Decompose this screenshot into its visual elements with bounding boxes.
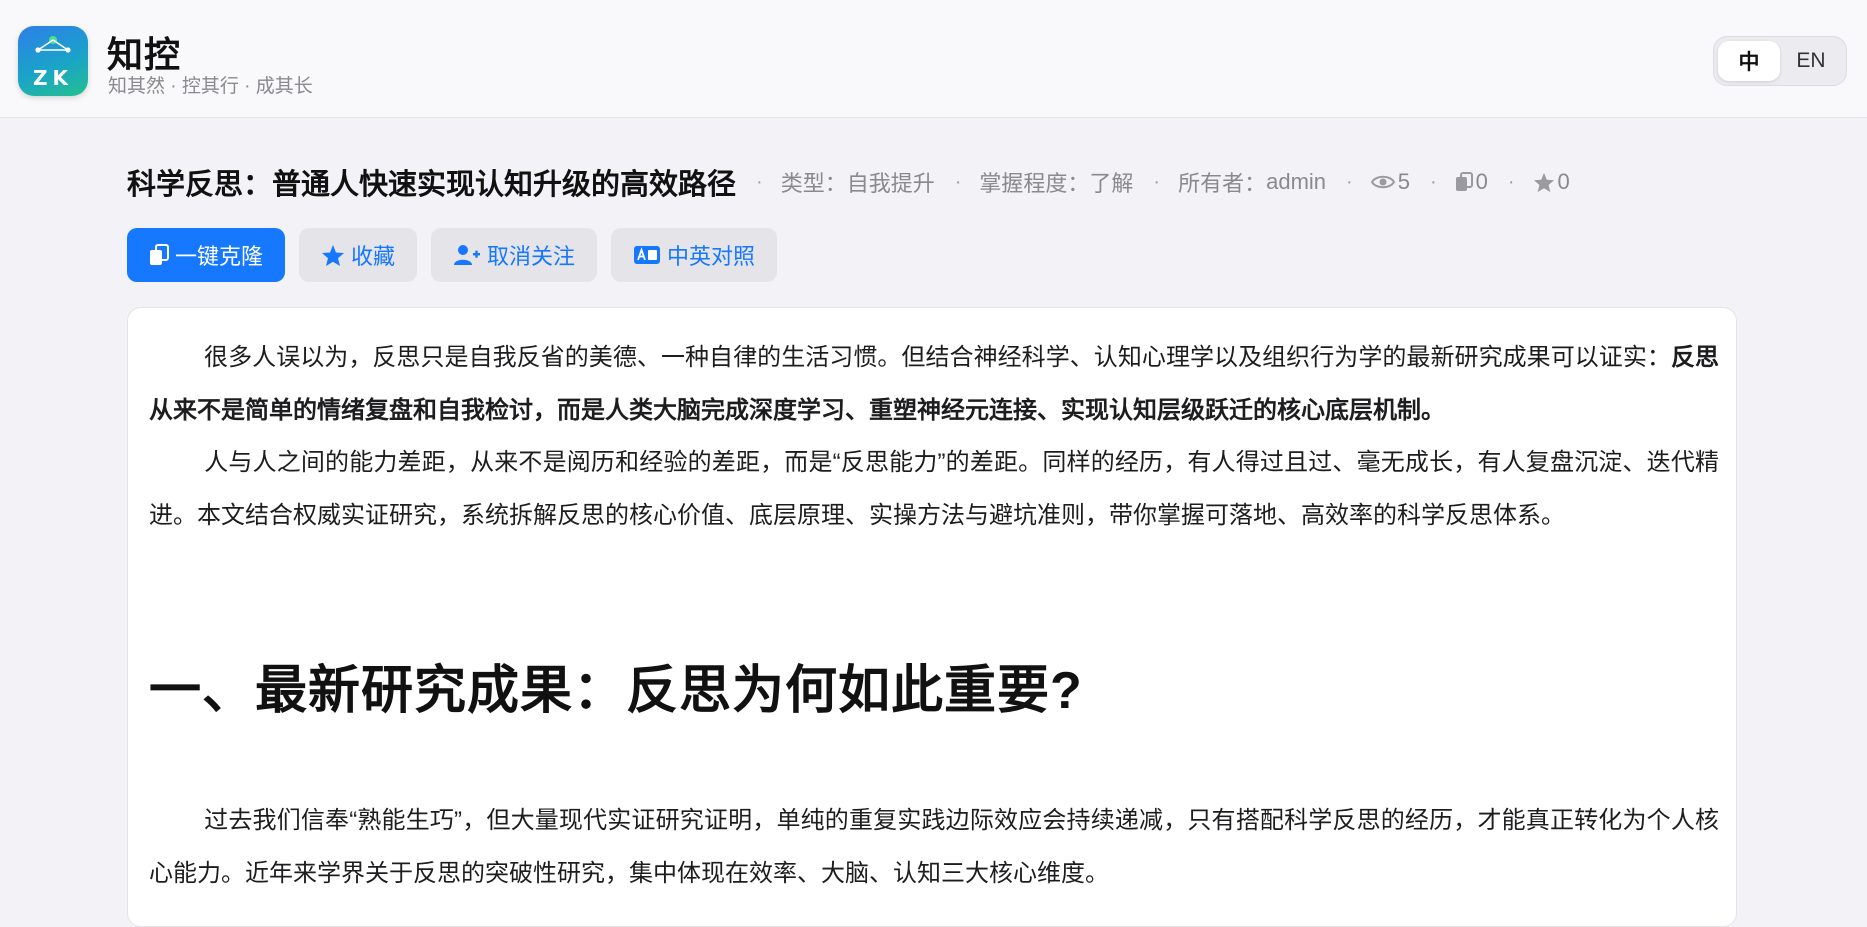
- meta-owner-value: admin: [1266, 169, 1327, 194]
- clone-button-label: 一键克隆: [175, 244, 264, 269]
- unfollow-button[interactable]: 取消关注: [431, 228, 598, 282]
- favorite-button[interactable]: 收藏: [299, 228, 418, 282]
- meta-owner-label: 所有者：: [1178, 171, 1267, 196]
- meta-mastery-label: 掌握程度：: [979, 171, 1090, 196]
- meta-separator: ·: [954, 170, 962, 193]
- meta-separator: ·: [1153, 170, 1161, 193]
- article-paragraph: 很多人误以为，反思只是自我反省的美德、一种自律的生活习惯。但结合神经科学、认知心…: [149, 331, 1719, 437]
- meta-views: 5: [1370, 169, 1410, 195]
- unfollow-button-label: 取消关注: [487, 244, 576, 269]
- meta-mastery-value: 了解: [1089, 171, 1134, 196]
- eye-icon: [1370, 175, 1395, 189]
- meta-type: 类型： 自我提升: [781, 166, 935, 198]
- language-switch: 中 EN: [1713, 36, 1847, 86]
- bilingual-button-label: 中英对照: [667, 244, 756, 269]
- meta-type-value: 自我提升: [846, 171, 935, 196]
- logo-text: ZK: [33, 66, 73, 90]
- clone-button[interactable]: 一键克隆: [127, 228, 286, 282]
- app-logo-icon[interactable]: ZK: [18, 26, 88, 96]
- star-icon: [1533, 172, 1554, 192]
- article-paragraph: 人与人之间的能力差距，从来不是阅历和经验的差距，而是“反思能力”的差距。同样的经…: [149, 436, 1719, 542]
- meta-separator: ·: [756, 170, 763, 193]
- copy-icon: [1455, 172, 1473, 191]
- meta-separator: ·: [1429, 170, 1437, 193]
- action-toolbar: 一键克隆 收藏 取消关注 中英对照: [127, 228, 791, 282]
- views-count: 5: [1397, 169, 1410, 194]
- meta-owner: 所有者： admin: [1178, 166, 1326, 198]
- paragraph-text: 人与人之间的能力差距，从来不是阅历和经验的差距，而是“反思能力”的差距。同样的经…: [149, 449, 1719, 529]
- meta-clones: 0: [1455, 169, 1488, 195]
- lang-option-zh[interactable]: 中: [1718, 41, 1780, 81]
- translate-icon: [634, 246, 661, 264]
- clone-icon: [150, 244, 169, 265]
- brand-tagline: 知其然 · 控其行 · 成其长: [108, 76, 313, 97]
- paragraph-text: 很多人误以为，反思只是自我反省的美德、一种自律的生活习惯。但结合神经科学、认知心…: [204, 344, 1671, 371]
- stars-count: 0: [1557, 169, 1570, 194]
- favorite-button-label: 收藏: [351, 244, 396, 269]
- article-content-card: 很多人误以为，反思只是自我反省的美德、一种自律的生活习惯。但结合神经科学、认知心…: [127, 307, 1737, 927]
- article-title-row: 科学反思：普通人快速实现认知升级的高效路径 · 类型： 自我提升 · 掌握程度：了…: [127, 160, 1570, 204]
- meta-separator: ·: [1507, 170, 1515, 193]
- meta-type-label: 类型：: [780, 171, 847, 196]
- star-icon: [322, 244, 345, 266]
- paragraph-text: 过去我们信奉“熟能生巧”，但大量现代实证研究证明，单纯的重复实践边际效应会持续递…: [149, 807, 1719, 887]
- app-header: ZK 知控 知其然 · 控其行 · 成其长 中 EN: [0, 0, 1867, 118]
- user-plus-icon: [454, 245, 481, 265]
- meta-mastery: 掌握程度： 了解: [979, 166, 1133, 198]
- clones-count: 0: [1475, 169, 1488, 194]
- section-heading: 一、最新研究成果：反思为何如此重要?: [149, 662, 1083, 720]
- bilingual-button[interactable]: 中英对照: [611, 228, 778, 282]
- article-title: 科学反思：普通人快速实现认知升级的高效路径: [127, 169, 737, 201]
- lang-option-en[interactable]: EN: [1780, 41, 1842, 81]
- meta-separator: ·: [1346, 170, 1353, 193]
- meta-stars: 0: [1533, 169, 1570, 195]
- article-paragraph: 过去我们信奉“熟能生巧”，但大量现代实证研究证明，单纯的重复实践边际效应会持续递…: [149, 794, 1719, 900]
